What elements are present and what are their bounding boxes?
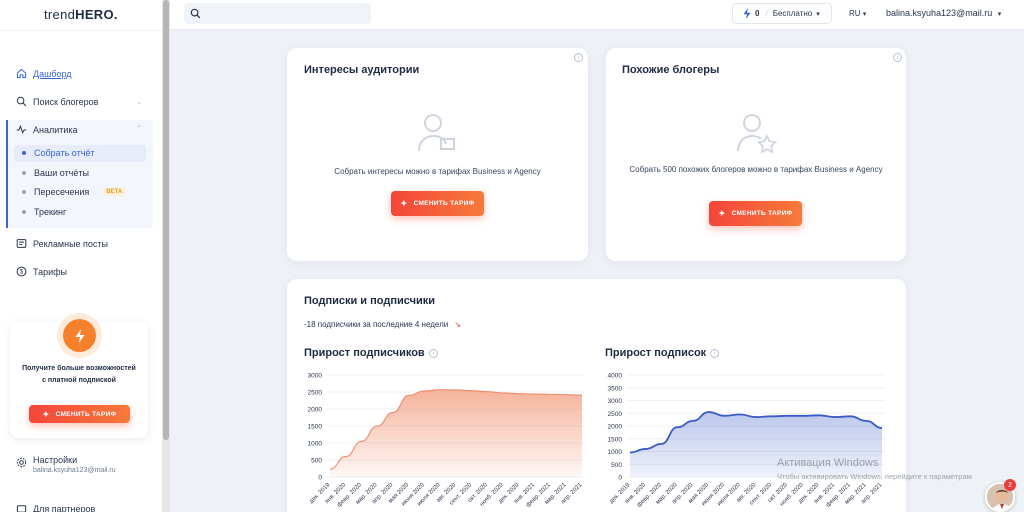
nav-search-bloggers[interactable]: Поиск блогеров — [16, 96, 98, 107]
card-title: Подписки и подписчики — [304, 295, 435, 307]
promo-change-plan-button[interactable]: ✦ СМЕНИТЬ ТАРИФ — [29, 405, 130, 423]
followers-growth-chart: 050010001500200025003000дек. 2019янв. 20… — [308, 373, 585, 509]
trend-down-icon: ↘ — [454, 320, 461, 329]
posts-icon — [16, 239, 27, 248]
y-tick-label: 2500 — [308, 390, 323, 397]
chevron-down-icon: ▾ — [997, 11, 1002, 18]
sub-item-tracking[interactable]: Трекинг — [22, 207, 66, 217]
y-tick-label: 2000 — [608, 424, 623, 431]
search-box[interactable] — [184, 3, 371, 24]
nav-ad-posts[interactable]: Рекламные посты — [16, 238, 108, 249]
settings-label: Настройки — [33, 455, 78, 465]
y-tick-label: 2000 — [308, 407, 323, 414]
interests-change-plan-button[interactable]: ✦ СМЕНИТЬ ТАРИФ — [391, 191, 484, 216]
y-tick-label: 2500 — [608, 411, 623, 418]
info-icon[interactable]: i — [574, 53, 583, 62]
sidebar: trendHERO. Дашборд Поиск блогеров ⌄ Анал… — [0, 0, 162, 512]
chevron-up-icon: ⌃ — [136, 124, 143, 133]
search-icon — [16, 96, 27, 107]
search-input[interactable] — [184, 3, 371, 24]
sparkle-icon: ✦ — [718, 209, 726, 218]
notification-badge: 2 — [1004, 479, 1016, 491]
similar-change-plan-button[interactable]: ✦ СМЕНИТЬ ТАРИФ — [709, 201, 802, 226]
series-area — [330, 389, 582, 477]
card-title: Похожие блогеры — [622, 64, 720, 76]
info-icon[interactable]: i — [428, 348, 438, 358]
interests-message: Собрать интересы можно в тарифах Busines… — [334, 167, 541, 176]
app-logo[interactable]: trendHERO. — [44, 7, 118, 22]
nav-analytics[interactable]: Аналитика — [16, 124, 78, 135]
chevron-down-icon: ▾ — [862, 11, 867, 18]
search-icon — [190, 8, 201, 19]
sub-item-build-report[interactable]: Собрать отчёт — [22, 148, 95, 158]
y-tick-label: 3000 — [608, 398, 623, 405]
sub-item-your-reports[interactable]: Ваши отчёты — [22, 168, 89, 178]
user-star-icon — [737, 114, 778, 154]
top-bar: 0 / Бесплатно ▾ RU ▾ balina.ksyuha123@ma… — [170, 0, 1024, 30]
subscriber-change-summary: -18 подписчики за последние 4 недели ↘ — [304, 320, 461, 329]
plan-name: Бесплатно — [772, 9, 813, 18]
partners-link[interactable]: Для партнеров — [16, 503, 95, 512]
y-tick-label: 3500 — [608, 385, 623, 392]
nav-tariffs-label: Тарифы — [33, 266, 68, 277]
similar-bloggers-card: Похожие блогеры i Собрать 500 похожих бл… — [606, 48, 906, 261]
nav-dashboard[interactable]: Дашборд — [16, 68, 72, 79]
user-interests-icon — [418, 114, 455, 152]
nav-analytics-label: Аналитика — [33, 124, 78, 135]
language-selector[interactable]: RU ▾ — [849, 9, 866, 18]
y-tick-label: 1000 — [308, 441, 323, 448]
bolt-icon — [63, 319, 96, 352]
promo-text: Получите больше возможностей с платной п… — [22, 365, 136, 384]
following-growth-chart: 05001000150020002500300035004000дек. 201… — [608, 373, 885, 509]
y-tick-label: 1500 — [308, 424, 323, 431]
windows-activation-watermark: Активация Windows Чтобы активировать Win… — [777, 457, 972, 481]
y-tick-label: 0 — [318, 475, 322, 482]
followers-growth-title: Прирост подписчиков i — [304, 347, 438, 359]
sidebar-scrollbar[interactable] — [162, 0, 170, 512]
following-growth-title: Прирост подписок i — [605, 347, 720, 359]
gear-icon — [16, 457, 27, 468]
y-tick-label: 500 — [611, 462, 622, 469]
info-icon[interactable]: i — [710, 348, 720, 358]
settings-email: balina.ksyuha123@mail.ru — [33, 467, 116, 474]
upgrade-promo: Получите больше возможностей с платной п… — [10, 319, 148, 438]
settings-link[interactable]: Настройки balina.ksyuha123@mail.ru — [16, 455, 116, 474]
beta-badge: BETA — [103, 188, 126, 196]
plan-selector[interactable]: 0 / Бесплатно ▾ — [732, 3, 832, 24]
credits-count: 0 — [755, 9, 760, 18]
nav-ads-label: Рекламные посты — [33, 238, 109, 249]
y-tick-label: 1000 — [608, 449, 623, 456]
audience-interests-card: Интересы аудитории i Собрать интересы мо… — [287, 48, 588, 261]
sparkle-icon: ✦ — [42, 409, 50, 419]
y-tick-label: 4000 — [608, 373, 623, 380]
svg-text:$: $ — [20, 270, 24, 276]
nav-dashboard-label: Дашборд — [33, 68, 72, 79]
user-menu[interactable]: balina.ksyuha123@mail.ru ▾ — [886, 8, 1001, 18]
y-tick-label: 1500 — [608, 436, 623, 443]
y-tick-label: 0 — [618, 475, 622, 482]
nav-tariffs[interactable]: $ Тарифы — [16, 266, 67, 277]
card-title: Интересы аудитории — [304, 64, 420, 76]
sub-item-intersections[interactable]: Пересечения BETA — [22, 187, 126, 197]
y-tick-label: 500 — [311, 458, 322, 465]
bolt-icon — [743, 8, 751, 19]
y-tick-label: 3000 — [308, 373, 323, 380]
home-icon — [16, 68, 27, 79]
pulse-icon — [16, 124, 27, 134]
similar-message: Собрать 500 похожих блогеров можно в тар… — [629, 165, 883, 174]
nav-search-label: Поиск блогеров — [33, 96, 99, 107]
chevron-down-icon: ⌄ — [136, 97, 143, 106]
chevron-down-icon: ▾ — [816, 10, 820, 18]
dollar-icon: $ — [16, 266, 27, 277]
partners-icon — [16, 505, 27, 512]
sparkle-icon: ✦ — [400, 199, 408, 208]
info-icon[interactable]: i — [893, 53, 902, 62]
